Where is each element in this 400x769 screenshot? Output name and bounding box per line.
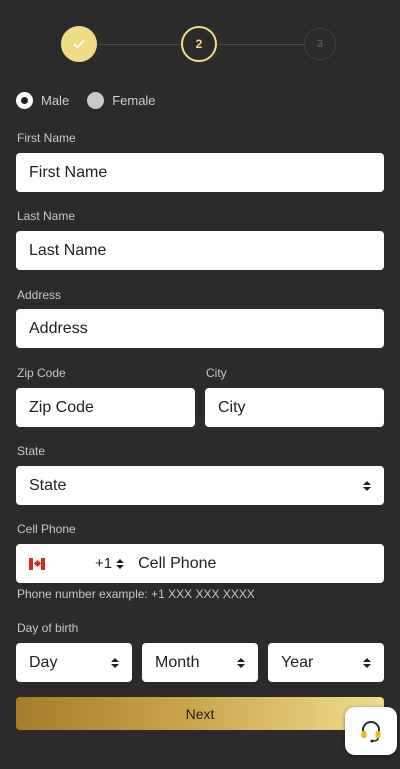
dob-month-select[interactable]: Month (142, 643, 258, 682)
state-label: State (17, 444, 46, 458)
first-name-field-box (16, 153, 384, 192)
zip-code-label: Zip Code (17, 366, 66, 380)
zip-code-field-box (16, 388, 195, 427)
cell-phone-label: Cell Phone (17, 522, 76, 536)
first-name-input[interactable] (29, 163, 371, 182)
dob-year-select[interactable]: Year (268, 643, 384, 682)
stepper-line-1 (97, 44, 181, 45)
progress-stepper: 2 3 (0, 26, 400, 64)
gender-female-label: Female (112, 93, 156, 108)
last-name-field-box (16, 231, 384, 270)
gender-female-option[interactable]: Female (87, 92, 156, 109)
zip-code-input[interactable] (29, 398, 182, 417)
first-name-label: First Name (17, 131, 76, 145)
day-of-birth-label: Day of birth (17, 621, 79, 635)
headset-icon (361, 721, 381, 743)
cell-phone-input[interactable] (138, 554, 371, 573)
step-1-completed (61, 26, 97, 62)
city-label: City (206, 366, 227, 380)
dob-year-value: Year (281, 653, 314, 671)
state-select-value: State (29, 476, 67, 494)
gender-male-label: Male (41, 93, 70, 108)
address-label: Address (17, 288, 62, 302)
city-field-box (205, 388, 384, 427)
city-input[interactable] (218, 398, 371, 417)
stepper-line-2 (217, 44, 304, 45)
address-input[interactable] (29, 319, 371, 338)
select-arrows-icon (111, 656, 119, 670)
phone-hint: Phone number example: +1 XXX XXX XXXX (17, 587, 255, 601)
last-name-input[interactable] (29, 241, 371, 260)
checkmark-icon (73, 39, 85, 49)
dob-month-value: Month (155, 653, 200, 671)
support-chat-button[interactable] (345, 707, 397, 755)
step-3-upcoming: 3 (304, 28, 336, 60)
dob-day-select[interactable]: Day (16, 643, 132, 682)
gender-radio-group: Male Female (16, 92, 174, 109)
select-arrows-icon (116, 557, 125, 571)
select-arrows-icon (363, 479, 371, 493)
radio-male[interactable] (16, 92, 33, 109)
country-code-select[interactable]: +1 (29, 555, 125, 572)
gender-male-option[interactable]: Male (16, 92, 69, 109)
dob-day-value: Day (29, 653, 58, 671)
address-field-box (16, 309, 384, 348)
dial-code: +1 (95, 555, 113, 572)
cell-phone-field-box: +1 (16, 544, 384, 583)
step-2-active: 2 (181, 26, 217, 62)
last-name-label: Last Name (17, 209, 76, 223)
select-arrows-icon (363, 656, 371, 670)
next-button[interactable]: Next (16, 697, 384, 730)
state-select[interactable]: State (16, 466, 384, 505)
select-arrows-icon (237, 656, 245, 670)
radio-female[interactable] (87, 92, 105, 109)
canada-flag-icon (29, 557, 45, 570)
